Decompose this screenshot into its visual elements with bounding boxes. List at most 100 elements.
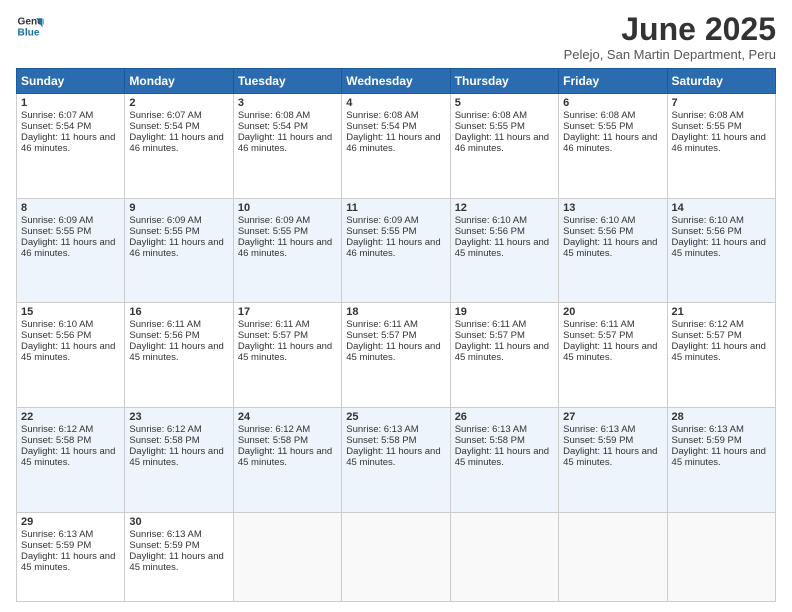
table-cell [667, 512, 775, 601]
table-cell: 18 Sunrise: 6:11 AM Sunset: 5:57 PM Dayl… [342, 303, 450, 408]
day-number: 29 [21, 516, 120, 528]
day-number: 6 [563, 97, 662, 109]
sunset-label: Sunset: 5:57 PM [455, 330, 525, 341]
day-number: 23 [129, 411, 228, 423]
table-cell: 30 Sunrise: 6:13 AM Sunset: 5:59 PM Dayl… [125, 512, 233, 601]
sunrise-label: Sunrise: 6:10 AM [672, 215, 744, 226]
col-sunday: Sunday [17, 69, 125, 94]
day-number: 14 [672, 202, 771, 214]
table-cell: 8 Sunrise: 6:09 AM Sunset: 5:55 PM Dayli… [17, 198, 125, 303]
sunset-label: Sunset: 5:55 PM [455, 121, 525, 132]
calendar-table: Sunday Monday Tuesday Wednesday Thursday… [16, 68, 776, 602]
sunset-label: Sunset: 5:55 PM [672, 121, 742, 132]
sunset-label: Sunset: 5:57 PM [238, 330, 308, 341]
day-number: 20 [563, 306, 662, 318]
table-cell: 22 Sunrise: 6:12 AM Sunset: 5:58 PM Dayl… [17, 408, 125, 513]
day-number: 3 [238, 97, 337, 109]
day-number: 27 [563, 411, 662, 423]
table-cell: 4 Sunrise: 6:08 AM Sunset: 5:54 PM Dayli… [342, 94, 450, 199]
daylight-label: Daylight: 11 hours and 46 minutes. [238, 132, 332, 154]
day-number: 25 [346, 411, 445, 423]
sunset-label: Sunset: 5:59 PM [672, 435, 742, 446]
sunrise-label: Sunrise: 6:12 AM [672, 319, 744, 330]
table-cell [559, 512, 667, 601]
table-cell: 21 Sunrise: 6:12 AM Sunset: 5:57 PM Dayl… [667, 303, 775, 408]
table-cell: 28 Sunrise: 6:13 AM Sunset: 5:59 PM Dayl… [667, 408, 775, 513]
table-cell: 12 Sunrise: 6:10 AM Sunset: 5:56 PM Dayl… [450, 198, 558, 303]
sunrise-label: Sunrise: 6:12 AM [129, 424, 201, 435]
daylight-label: Daylight: 11 hours and 46 minutes. [455, 132, 549, 154]
sunrise-label: Sunrise: 6:08 AM [455, 110, 527, 121]
table-cell: 29 Sunrise: 6:13 AM Sunset: 5:59 PM Dayl… [17, 512, 125, 601]
col-thursday: Thursday [450, 69, 558, 94]
sunrise-label: Sunrise: 6:09 AM [21, 215, 93, 226]
daylight-label: Daylight: 11 hours and 45 minutes. [672, 446, 766, 468]
table-cell: 17 Sunrise: 6:11 AM Sunset: 5:57 PM Dayl… [233, 303, 341, 408]
daylight-label: Daylight: 11 hours and 46 minutes. [563, 132, 657, 154]
table-cell: 24 Sunrise: 6:12 AM Sunset: 5:58 PM Dayl… [233, 408, 341, 513]
header: General Blue June 2025 Pelejo, San Marti… [16, 12, 776, 62]
table-cell: 19 Sunrise: 6:11 AM Sunset: 5:57 PM Dayl… [450, 303, 558, 408]
sunset-label: Sunset: 5:54 PM [346, 121, 416, 132]
sunrise-label: Sunrise: 6:11 AM [129, 319, 201, 330]
day-number: 22 [21, 411, 120, 423]
table-cell: 9 Sunrise: 6:09 AM Sunset: 5:55 PM Dayli… [125, 198, 233, 303]
sunset-label: Sunset: 5:57 PM [672, 330, 742, 341]
day-number: 5 [455, 97, 554, 109]
col-friday: Friday [559, 69, 667, 94]
sunset-label: Sunset: 5:56 PM [21, 330, 91, 341]
daylight-label: Daylight: 11 hours and 45 minutes. [346, 446, 440, 468]
sunrise-label: Sunrise: 6:13 AM [563, 424, 635, 435]
daylight-label: Daylight: 11 hours and 45 minutes. [21, 341, 115, 363]
sunrise-label: Sunrise: 6:11 AM [455, 319, 527, 330]
sunrise-label: Sunrise: 6:13 AM [21, 529, 93, 540]
sunrise-label: Sunrise: 6:10 AM [455, 215, 527, 226]
sunset-label: Sunset: 5:56 PM [129, 330, 199, 341]
table-cell [342, 512, 450, 601]
daylight-label: Daylight: 11 hours and 46 minutes. [346, 237, 440, 259]
day-number: 24 [238, 411, 337, 423]
sunset-label: Sunset: 5:56 PM [563, 226, 633, 237]
sunrise-label: Sunrise: 6:10 AM [563, 215, 635, 226]
col-tuesday: Tuesday [233, 69, 341, 94]
day-number: 26 [455, 411, 554, 423]
sunset-label: Sunset: 5:59 PM [21, 540, 91, 551]
daylight-label: Daylight: 11 hours and 45 minutes. [563, 341, 657, 363]
day-number: 10 [238, 202, 337, 214]
sunrise-label: Sunrise: 6:12 AM [21, 424, 93, 435]
sunrise-label: Sunrise: 6:11 AM [346, 319, 418, 330]
table-cell: 25 Sunrise: 6:13 AM Sunset: 5:58 PM Dayl… [342, 408, 450, 513]
sunset-label: Sunset: 5:54 PM [21, 121, 91, 132]
logo-icon: General Blue [16, 12, 44, 40]
sunset-label: Sunset: 5:54 PM [129, 121, 199, 132]
title-block: June 2025 Pelejo, San Martin Department,… [564, 12, 776, 62]
sunset-label: Sunset: 5:55 PM [346, 226, 416, 237]
table-cell: 14 Sunrise: 6:10 AM Sunset: 5:56 PM Dayl… [667, 198, 775, 303]
daylight-label: Daylight: 11 hours and 45 minutes. [455, 237, 549, 259]
sunset-label: Sunset: 5:58 PM [455, 435, 525, 446]
sunrise-label: Sunrise: 6:12 AM [238, 424, 310, 435]
sunset-label: Sunset: 5:59 PM [129, 540, 199, 551]
sunrise-label: Sunrise: 6:09 AM [129, 215, 201, 226]
daylight-label: Daylight: 11 hours and 46 minutes. [129, 132, 223, 154]
table-cell: 3 Sunrise: 6:08 AM Sunset: 5:54 PM Dayli… [233, 94, 341, 199]
daylight-label: Daylight: 11 hours and 45 minutes. [672, 341, 766, 363]
day-number: 11 [346, 202, 445, 214]
day-number: 28 [672, 411, 771, 423]
sunset-label: Sunset: 5:57 PM [346, 330, 416, 341]
sunrise-label: Sunrise: 6:10 AM [21, 319, 93, 330]
month-title: June 2025 [564, 12, 776, 47]
table-cell: 13 Sunrise: 6:10 AM Sunset: 5:56 PM Dayl… [559, 198, 667, 303]
table-cell: 7 Sunrise: 6:08 AM Sunset: 5:55 PM Dayli… [667, 94, 775, 199]
location-subtitle: Pelejo, San Martin Department, Peru [564, 47, 776, 62]
col-saturday: Saturday [667, 69, 775, 94]
sunset-label: Sunset: 5:56 PM [672, 226, 742, 237]
sunset-label: Sunset: 5:55 PM [21, 226, 91, 237]
table-cell: 6 Sunrise: 6:08 AM Sunset: 5:55 PM Dayli… [559, 94, 667, 199]
day-number: 18 [346, 306, 445, 318]
day-number: 9 [129, 202, 228, 214]
sunrise-label: Sunrise: 6:08 AM [672, 110, 744, 121]
table-cell: 20 Sunrise: 6:11 AM Sunset: 5:57 PM Dayl… [559, 303, 667, 408]
page: General Blue June 2025 Pelejo, San Marti… [0, 0, 792, 612]
col-wednesday: Wednesday [342, 69, 450, 94]
